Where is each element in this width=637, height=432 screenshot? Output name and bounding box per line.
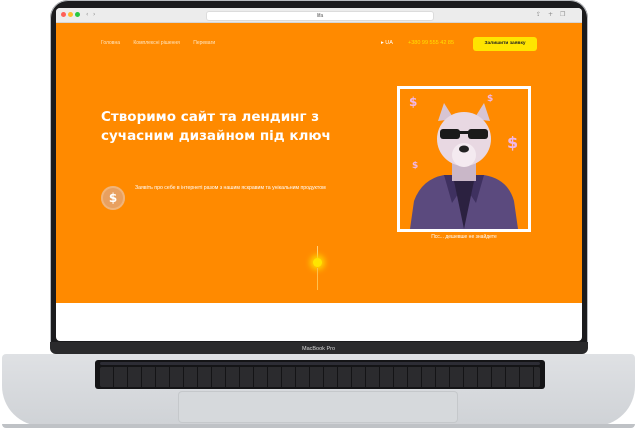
nav-solutions[interactable]: Комплексні рішення	[133, 40, 179, 46]
headline-first-letter: С	[99, 109, 114, 125]
leave-request-button[interactable]: Залишити заявку	[473, 37, 537, 51]
hero-image-frame: $ $ $ $	[397, 86, 531, 232]
forward-icon[interactable]: ›	[93, 11, 95, 19]
phone-link[interactable]: +380 99 555 42 85	[408, 40, 454, 46]
play-icon: ▸	[381, 40, 384, 46]
share-icon[interactable]: ⇪	[536, 11, 541, 19]
window-minimize-button[interactable]	[68, 12, 73, 17]
address-text: lifa	[316, 13, 324, 19]
hero-description: Заявіть про себе в інтернеті разом з наш…	[135, 185, 326, 191]
hero-caption: Псс... дешевше не знайдете	[431, 234, 497, 240]
window-maximize-button[interactable]	[75, 12, 80, 17]
tabs-icon[interactable]: ❐	[560, 11, 565, 19]
scroll-indicator-dot[interactable]	[313, 258, 322, 267]
laptop-foot	[2, 424, 635, 428]
new-tab-icon[interactable]: +	[548, 11, 553, 19]
language-switch[interactable]: ▸ UA	[381, 40, 393, 46]
language-label: UA	[385, 40, 393, 46]
hero-headline: Створимо сайт та лендинг з сучасним диза…	[99, 108, 341, 146]
headline-text: творимо сайт та лендинг з сучасним дизай…	[101, 109, 331, 144]
address-bar[interactable]: lifa	[206, 11, 434, 21]
back-icon[interactable]: ‹	[86, 11, 88, 19]
site-nav: Головна Комплексні рішення Переваги	[101, 40, 227, 46]
dog-with-sunglasses-image	[410, 103, 518, 229]
keyboard-keys	[100, 367, 540, 387]
trackpad	[178, 391, 458, 423]
dollar-coin-icon: $	[101, 186, 125, 210]
browser-toolbar: ‹ › lifa ⇪ + ❐	[56, 8, 582, 23]
nav-home[interactable]: Головна	[101, 40, 120, 46]
scroll-indicator-line	[317, 268, 318, 290]
window-close-button[interactable]	[61, 12, 66, 17]
laptop-brand-label: MacBook Pro	[301, 346, 335, 352]
nav-benefits[interactable]: Переваги	[193, 40, 215, 46]
touch-bar	[100, 362, 540, 365]
